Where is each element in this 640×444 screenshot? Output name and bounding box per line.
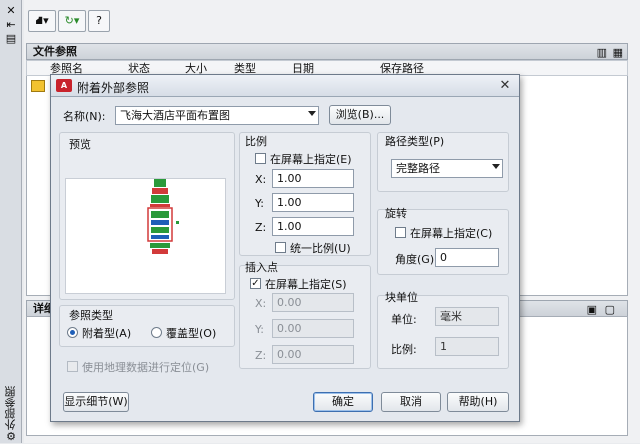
attach-xref-dialog: A 附着外部参照 ✕ 名称(N): 飞海大酒店平面布置图 浏览(B)... 预览… bbox=[50, 74, 520, 422]
browse-button[interactable]: 浏览(B)... bbox=[329, 105, 391, 125]
palette-side-strip: ✕ ⇤ ▤ 外部参照 ⚙ bbox=[0, 0, 22, 443]
name-combobox[interactable]: 飞海大酒店平面布置图 bbox=[115, 106, 319, 125]
cancel-button[interactable]: 取消 bbox=[381, 392, 441, 412]
insertion-point-label: 插入点 bbox=[245, 261, 278, 274]
name-label: 名称(N): bbox=[63, 110, 106, 123]
autohide-icon[interactable]: ⇤ bbox=[4, 18, 18, 32]
show-details-button[interactable]: 显示细节(W) bbox=[63, 392, 129, 412]
insertion-onscreen-label: 在屏幕上指定(S) bbox=[265, 278, 347, 291]
file-references-title: 文件参照 bbox=[33, 45, 77, 58]
uniform-scale-checkbox[interactable] bbox=[275, 242, 286, 253]
preview-image bbox=[65, 178, 226, 294]
drawing-file-icon bbox=[31, 80, 45, 92]
insertion-z-label: Z: bbox=[255, 349, 267, 362]
list-view-icon[interactable]: ▥ bbox=[597, 45, 607, 60]
close-palette-icon[interactable]: ✕ bbox=[4, 4, 18, 18]
floor-plan-thumbnail bbox=[147, 179, 179, 254]
insertion-onscreen-checkbox[interactable]: ✓ bbox=[250, 278, 261, 289]
palette-title: 外部参照 bbox=[4, 386, 17, 430]
overlay-label: 覆盖型(O) bbox=[166, 327, 217, 340]
attach-dropdown-button[interactable]: ⛘▾ bbox=[28, 10, 56, 32]
block-unit-label: 块单位 bbox=[385, 291, 418, 304]
scale-label: 比例 bbox=[245, 135, 267, 148]
angle-label: 角度(G): bbox=[395, 253, 438, 266]
unit-label: 单位: bbox=[391, 313, 417, 326]
rotation-onscreen-label: 在屏幕上指定(C) bbox=[410, 227, 493, 240]
scale-onscreen-checkbox[interactable] bbox=[255, 153, 266, 164]
file-references-header: 文件参照 ▥ ▦ bbox=[26, 43, 628, 60]
scale-onscreen-label: 在屏幕上指定(E) bbox=[270, 153, 352, 166]
scale-z-label: Z: bbox=[255, 221, 267, 234]
attachment-radio[interactable] bbox=[67, 327, 78, 338]
attach-icon: ⛘▾ bbox=[35, 14, 49, 27]
geo-location-checkbox[interactable] bbox=[67, 361, 78, 372]
insertion-x-field[interactable]: 0.00 bbox=[272, 293, 354, 312]
properties-icon[interactable]: ▤ bbox=[4, 32, 18, 46]
help-button[interactable]: ? bbox=[88, 10, 110, 32]
palette-settings-icon[interactable]: ⚙ bbox=[4, 430, 18, 444]
refresh-dropdown-button[interactable]: ↻▾ bbox=[58, 10, 86, 32]
uniform-scale-label: 统一比例(U) bbox=[290, 242, 351, 255]
refresh-icon: ↻▾ bbox=[64, 14, 80, 27]
block-scale-label: 比例: bbox=[391, 343, 417, 356]
scale-y-field[interactable]: 1.00 bbox=[272, 193, 354, 212]
autocad-app-icon: A bbox=[56, 79, 72, 92]
path-type-value: 完整路径 bbox=[396, 162, 440, 175]
rotation-label: 旋转 bbox=[385, 207, 407, 220]
name-value: 飞海大酒店平面布置图 bbox=[120, 109, 230, 122]
unit-field: 毫米 bbox=[435, 307, 499, 326]
preview-view-icon[interactable]: ▢ bbox=[605, 302, 615, 317]
scale-z-field[interactable]: 1.00 bbox=[272, 217, 354, 236]
insertion-x-label: X: bbox=[255, 297, 267, 310]
chevron-down-icon bbox=[308, 111, 316, 116]
path-type-label: 路径类型(P) bbox=[385, 135, 445, 148]
dialog-titlebar[interactable]: A 附着外部参照 ✕ bbox=[51, 75, 519, 97]
help-icon: ? bbox=[96, 14, 102, 27]
preview-label: 预览 bbox=[69, 138, 91, 151]
geo-location-label: 使用地理数据进行定位(G) bbox=[82, 361, 210, 374]
insertion-z-field[interactable]: 0.00 bbox=[272, 345, 354, 364]
details-view-icon[interactable]: ▣ bbox=[587, 302, 597, 317]
scale-x-field[interactable]: 1.00 bbox=[272, 169, 354, 188]
scale-y-label: Y: bbox=[255, 197, 264, 210]
ok-button[interactable]: 确定 bbox=[313, 392, 373, 412]
insertion-y-label: Y: bbox=[255, 323, 264, 336]
overlay-radio[interactable] bbox=[151, 327, 162, 338]
angle-field[interactable]: 0 bbox=[435, 248, 499, 267]
help-dialog-button[interactable]: 帮助(H) bbox=[447, 392, 509, 412]
block-scale-field: 1 bbox=[435, 337, 499, 356]
attachment-label: 附着型(A) bbox=[82, 327, 132, 340]
rotation-onscreen-checkbox[interactable] bbox=[395, 227, 406, 238]
path-type-combobox[interactable]: 完整路径 bbox=[391, 159, 503, 178]
dialog-title: 附着外部参照 bbox=[77, 81, 150, 95]
close-icon[interactable]: ✕ bbox=[497, 78, 513, 94]
scale-x-label: X: bbox=[255, 173, 267, 186]
chevron-down-icon bbox=[492, 164, 500, 169]
reference-type-label: 参照类型 bbox=[69, 309, 113, 322]
tree-view-icon[interactable]: ▦ bbox=[613, 45, 623, 60]
insertion-y-field[interactable]: 0.00 bbox=[272, 319, 354, 338]
